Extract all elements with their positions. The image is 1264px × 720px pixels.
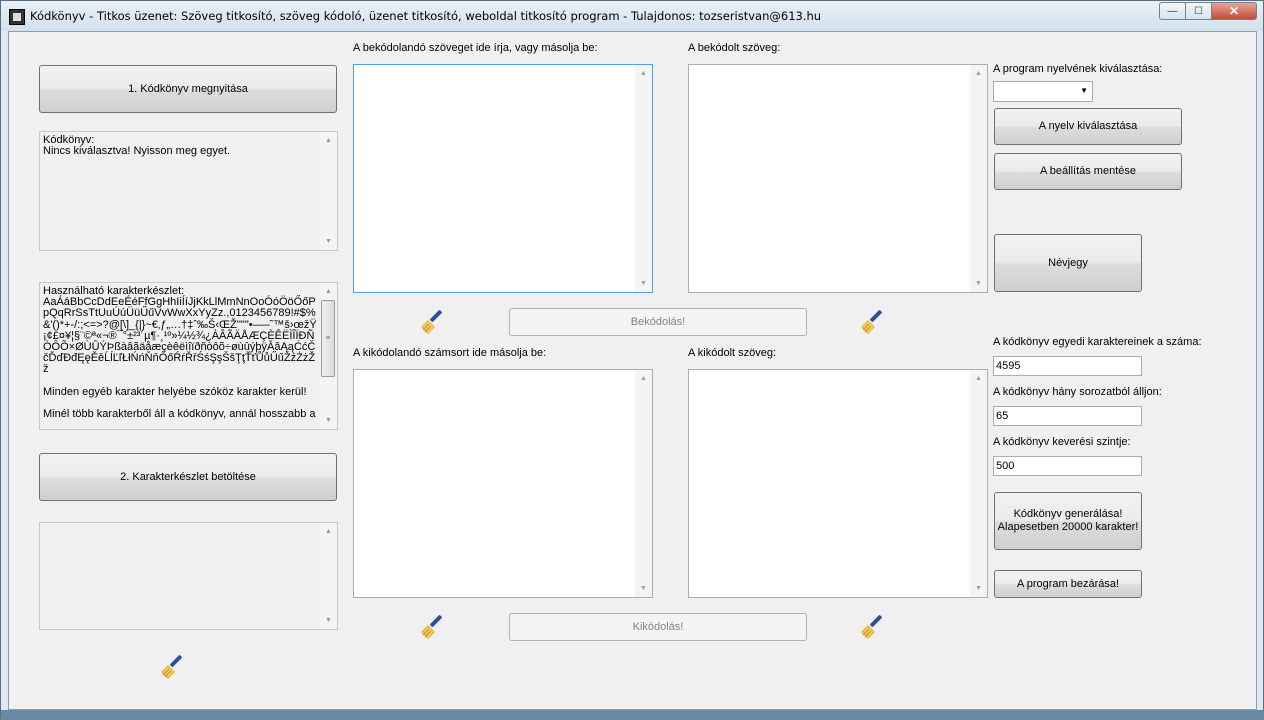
charset-output-scrollbar[interactable]: ▲ ▼ bbox=[320, 523, 337, 629]
decode-output-label: A kikódolt szöveg: bbox=[688, 347, 777, 359]
generate-codebook-button[interactable]: Kódkönyv generálása! Alapesetben 20000 k… bbox=[994, 492, 1142, 550]
decode-output-textarea[interactable]: ▲ ▼ bbox=[688, 369, 988, 598]
about-card-button[interactable]: Névjegy bbox=[994, 234, 1142, 292]
select-language-button[interactable]: A nyelv kiválasztása bbox=[994, 108, 1182, 145]
scroll-down-icon[interactable]: ▼ bbox=[320, 412, 337, 429]
clear-encode-input-broom-icon[interactable] bbox=[417, 306, 449, 338]
scroll-down-icon[interactable]: ▼ bbox=[635, 580, 652, 597]
caption-buttons: — ☐ ✕ bbox=[1159, 2, 1257, 21]
unique-chars-label: A kódkönyv egyedi karaktereinek a száma: bbox=[993, 336, 1202, 348]
scroll-up-icon[interactable]: ▲ bbox=[320, 283, 337, 300]
generate-button-line1: Kódkönyv generálása! bbox=[1013, 508, 1123, 520]
broom-icon[interactable] bbox=[157, 651, 189, 683]
load-charset-button[interactable]: 2. Karakterkészlet betöltése bbox=[39, 453, 337, 501]
minimize-button[interactable]: — bbox=[1159, 2, 1186, 20]
decode-input-scrollbar[interactable]: ▲ ▼ bbox=[635, 370, 652, 597]
shuffle-level-input[interactable]: 500 bbox=[993, 456, 1142, 476]
decode-input-label: A kikódolandó számsort ide másolja be: bbox=[353, 347, 547, 359]
generate-button-line2: Alapesetben 20000 karakter! bbox=[997, 521, 1139, 533]
decode-input-textarea[interactable]: ▲ ▼ bbox=[353, 369, 653, 598]
charset-info-text: Használható karakterkészlet: AaÁáBbCcDdE… bbox=[43, 286, 317, 421]
codebook-info-text: Kódkönyv: Nincs kiválasztva! Nyisson meg… bbox=[43, 135, 231, 158]
unique-chars-input[interactable]: 4595 bbox=[993, 356, 1142, 376]
language-select[interactable]: ▼ bbox=[993, 81, 1093, 102]
scroll-down-icon[interactable]: ▼ bbox=[970, 580, 987, 597]
chevron-down-icon[interactable]: ▼ bbox=[1080, 86, 1088, 95]
scroll-down-icon[interactable]: ▼ bbox=[970, 275, 987, 292]
codebook-app-icon[interactable] bbox=[9, 9, 25, 25]
series-count-input[interactable]: 65 bbox=[993, 406, 1142, 426]
close-window-button[interactable]: ✕ bbox=[1212, 2, 1257, 20]
codebook-info-scrollbar[interactable]: ▲ ▼ bbox=[320, 132, 337, 250]
scroll-down-icon[interactable]: ▼ bbox=[320, 612, 337, 629]
clear-encode-output-broom-icon[interactable] bbox=[857, 306, 889, 338]
title-bar[interactable]: Kódkönyv - Titkos üzenet: Szöveg titkosí… bbox=[1, 1, 1263, 31]
scroll-up-icon[interactable]: ▲ bbox=[320, 132, 337, 149]
shuffle-level-label: A kódkönyv keverési szintje: bbox=[993, 436, 1131, 448]
encode-input-textarea[interactable]: ▲ ▼ bbox=[353, 64, 653, 293]
save-settings-button[interactable]: A beállítás mentése bbox=[994, 153, 1182, 190]
decode-button[interactable]: Kikódolás! bbox=[509, 613, 807, 641]
main-window: Kódkönyv - Titkos üzenet: Szöveg titkosí… bbox=[0, 0, 1264, 720]
scroll-up-icon[interactable]: ▲ bbox=[970, 65, 987, 82]
window-title: Kódkönyv - Titkos üzenet: Szöveg titkosí… bbox=[30, 9, 822, 23]
scroll-up-icon[interactable]: ▲ bbox=[320, 523, 337, 540]
maximize-button[interactable]: ☐ bbox=[1186, 2, 1212, 20]
scroll-down-icon[interactable]: ▼ bbox=[635, 275, 652, 292]
charset-info-scrollbar[interactable]: ▲ ≡ ▼ bbox=[320, 283, 337, 429]
encode-input-scrollbar[interactable]: ▲ ▼ bbox=[635, 65, 652, 292]
scrollbar-thumb[interactable]: ≡ bbox=[321, 300, 335, 377]
charset-info-box[interactable]: Használható karakterkészlet: AaÁáBbCcDdE… bbox=[39, 282, 338, 430]
scroll-up-icon[interactable]: ▲ bbox=[635, 370, 652, 387]
language-label: A program nyelvének kiválasztása: bbox=[993, 63, 1163, 75]
series-count-label: A kódkönyv hány sorozatból álljon: bbox=[993, 386, 1162, 398]
scroll-up-icon[interactable]: ▲ bbox=[970, 370, 987, 387]
clear-decode-output-broom-icon[interactable] bbox=[857, 611, 889, 643]
encode-input-label: A bekódolandó szöveget ide írja, vagy má… bbox=[353, 42, 598, 54]
encode-button[interactable]: Bekódolás! bbox=[509, 308, 807, 336]
codebook-info-box[interactable]: Kódkönyv: Nincs kiválasztva! Nyisson meg… bbox=[39, 131, 338, 251]
encode-output-scrollbar[interactable]: ▲ ▼ bbox=[970, 65, 987, 292]
decode-output-scrollbar[interactable]: ▲ ▼ bbox=[970, 370, 987, 597]
charset-output-box[interactable]: ▲ ▼ bbox=[39, 522, 338, 630]
open-codebook-button[interactable]: 1. Kódkönyv megnyitása bbox=[39, 65, 337, 113]
encode-output-textarea[interactable]: ▲ ▼ bbox=[688, 64, 988, 293]
form-client-area: 1. Kódkönyv megnyitása Kódkönyv: Nincs k… bbox=[8, 31, 1257, 710]
scroll-down-icon[interactable]: ▼ bbox=[320, 233, 337, 250]
encode-output-label: A bekódolt szöveg: bbox=[688, 42, 781, 54]
clear-decode-input-broom-icon[interactable] bbox=[417, 611, 449, 643]
scroll-up-icon[interactable]: ▲ bbox=[635, 65, 652, 82]
close-program-button[interactable]: A program bezárása! bbox=[994, 570, 1142, 598]
